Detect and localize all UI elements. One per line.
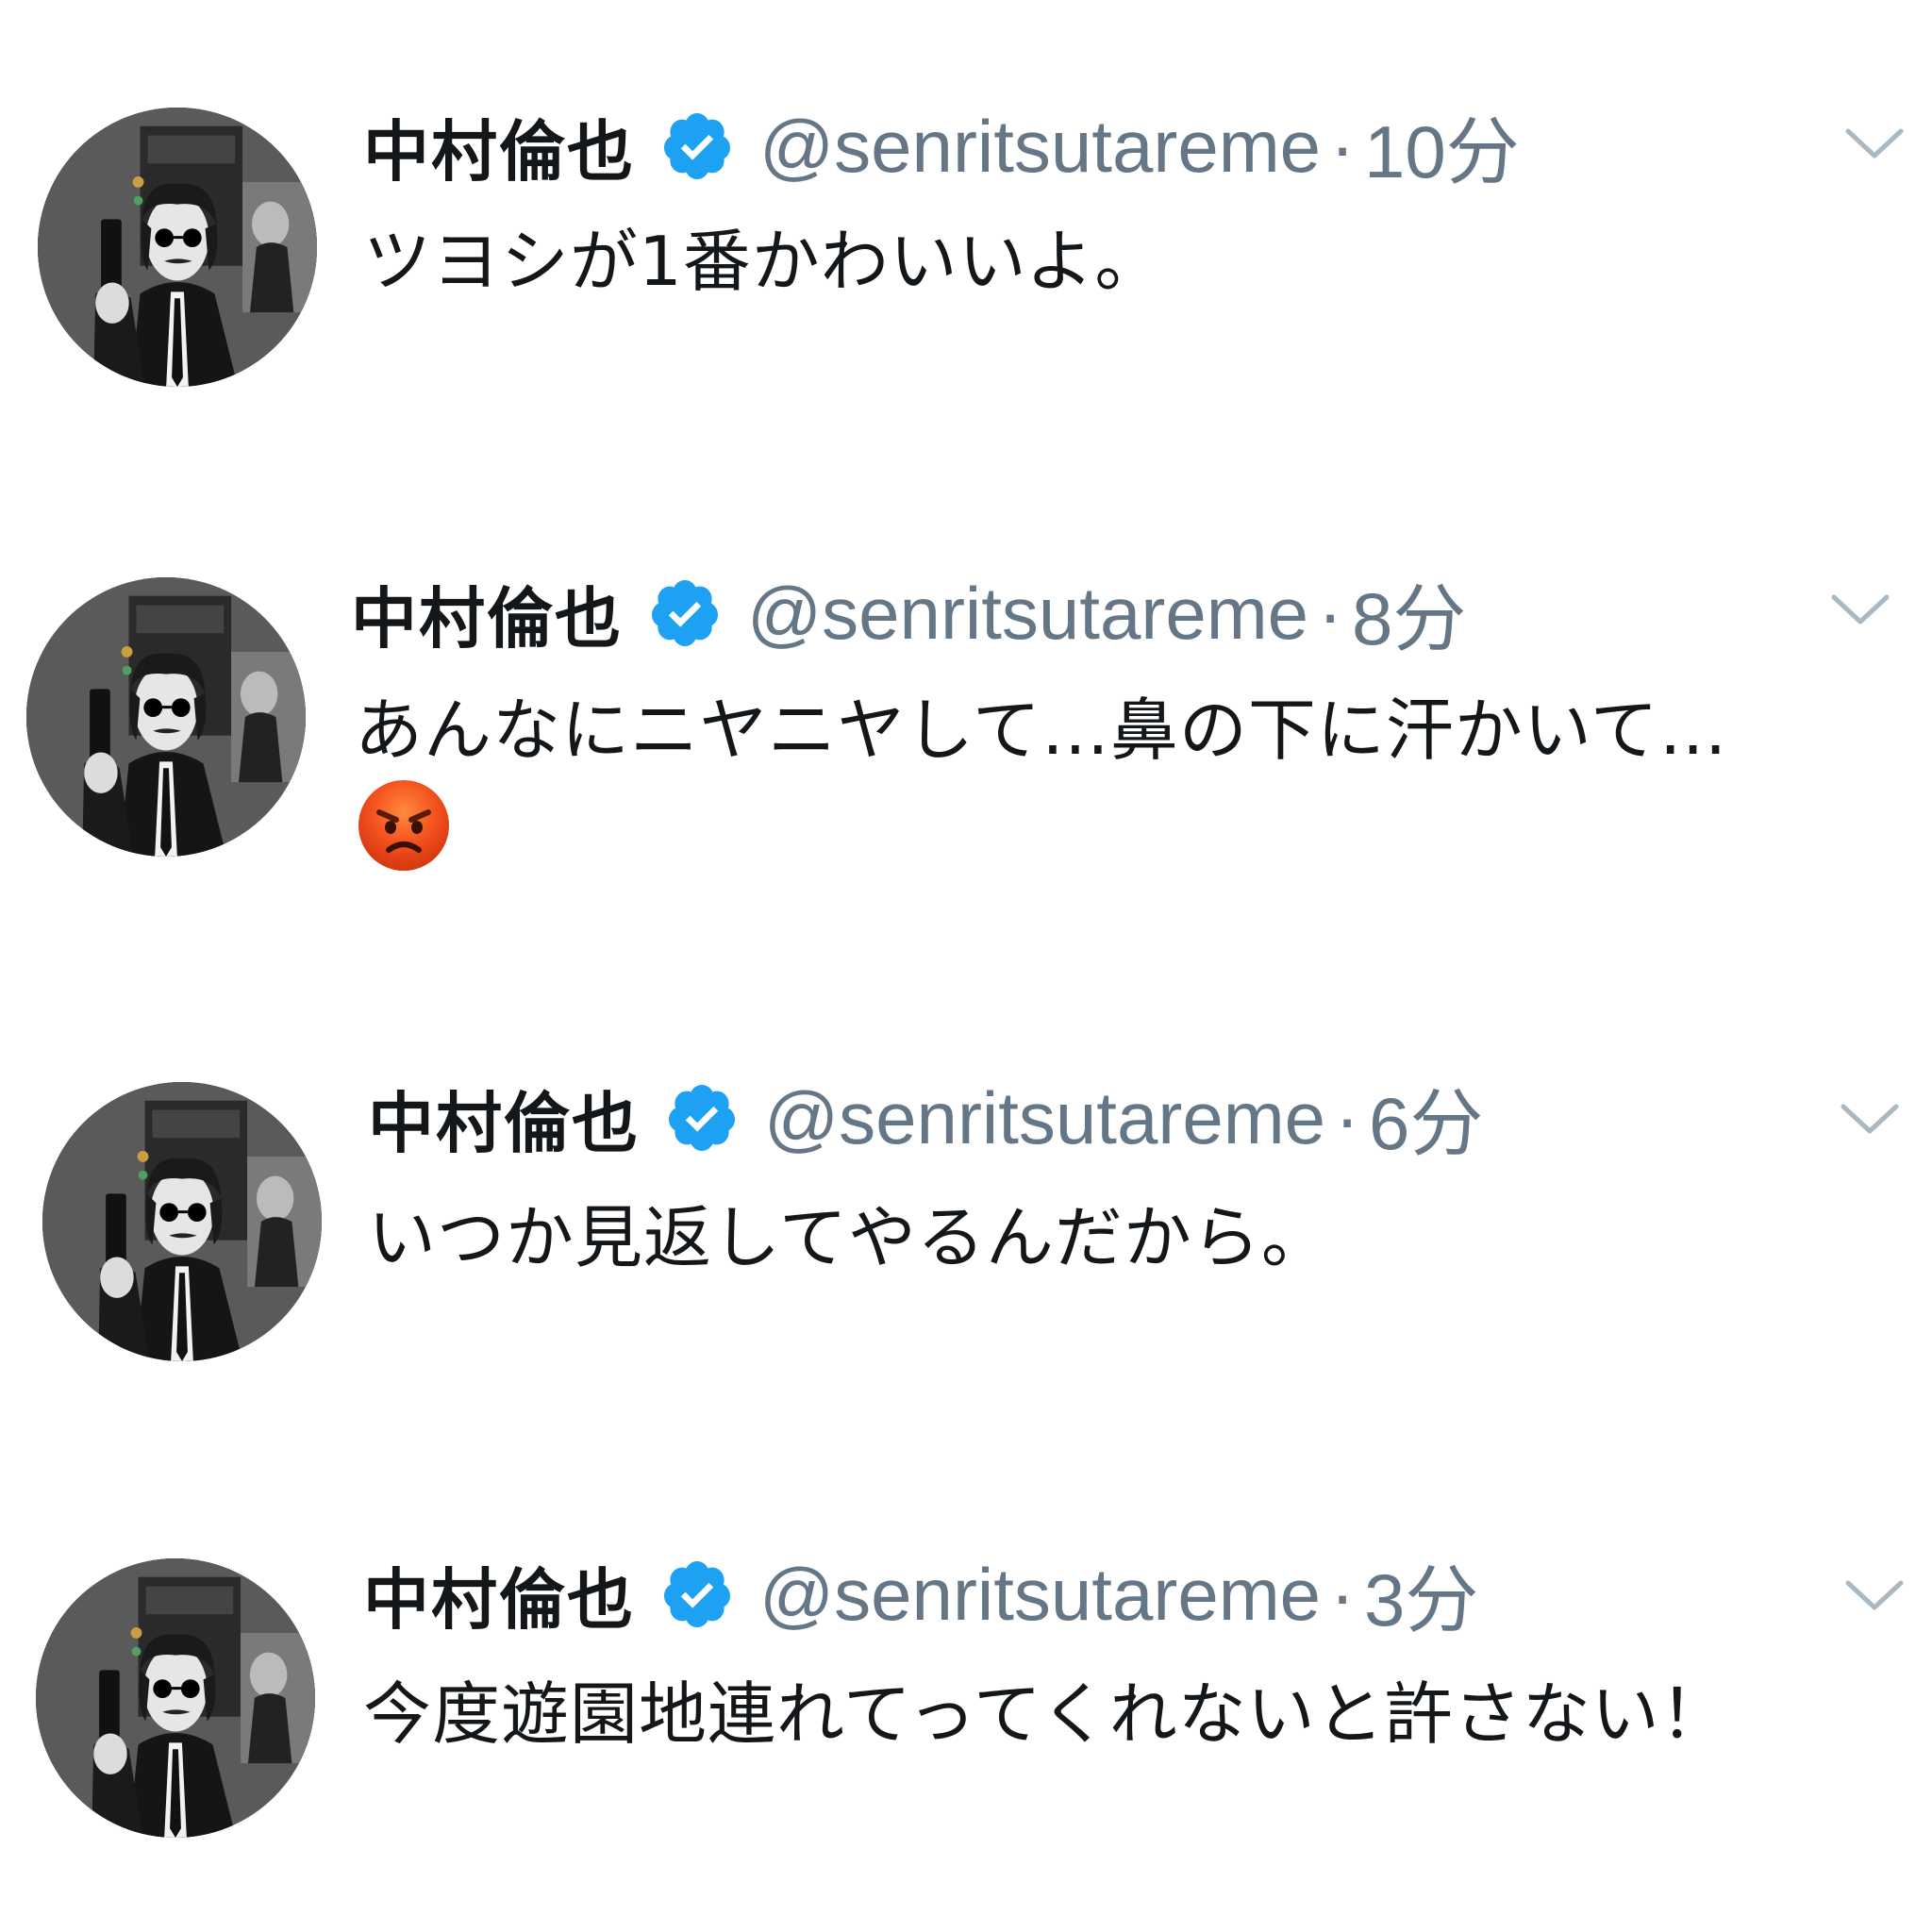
handle[interactable]: @senritsutareme [759, 104, 1321, 190]
display-name[interactable]: 中村倫也 [363, 1547, 635, 1642]
handle[interactable]: @senritsutareme [747, 571, 1308, 657]
avatar[interactable] [26, 577, 306, 857]
tweet-4[interactable]: 中村倫也 @senritsutareme · 3分 今度遊園地連れてってくれない… [0, 1547, 1932, 1849]
separator-dot: · [1330, 1552, 1356, 1636]
verified-badge-icon [659, 1557, 735, 1632]
angry-face-emoji [357, 778, 451, 873]
separator-dot: · [1318, 571, 1343, 655]
tweet-2[interactable]: 中村倫也 @senritsutareme · 8分 あんなにニヤニヤして…鼻の下… [0, 566, 1932, 871]
tweet-3[interactable]: 中村倫也 @senritsutareme · 6分 いつか見返してやるんだから。 [0, 1071, 1932, 1373]
tweet-text: あんなにニヤニヤして…鼻の下に汗かいて… [355, 691, 1728, 770]
timestamp[interactable]: 3分 [1364, 1541, 1478, 1647]
chevron-down-icon[interactable] [1830, 591, 1890, 629]
verified-badge-icon [664, 1080, 740, 1156]
separator-dot: · [1330, 104, 1356, 188]
tweet-header: 中村倫也 @senritsutareme · 10分 [363, 99, 1520, 194]
handle[interactable]: @senritsutareme [764, 1075, 1325, 1161]
tweet-text: いつか見返してやるんだから。 [368, 1198, 1330, 1277]
timestamp[interactable]: 10分 [1364, 93, 1520, 199]
tweet-header: 中村倫也 @senritsutareme · 6分 [368, 1071, 1483, 1166]
timestamp[interactable]: 6分 [1369, 1065, 1483, 1171]
separator-dot: · [1335, 1075, 1360, 1159]
tweet-text: 今度遊園地連れてってくれないと許さない！ [363, 1674, 1729, 1754]
tweet-header: 中村倫也 @senritsutareme · 8分 [351, 566, 1466, 661]
chevron-down-icon[interactable] [1840, 1101, 1900, 1139]
verified-badge-icon [647, 575, 723, 651]
tweet-text: ツヨシが1番かわいいよ。 [363, 222, 1164, 301]
display-name[interactable]: 中村倫也 [351, 566, 623, 661]
avatar[interactable] [42, 1082, 322, 1361]
timestamp[interactable]: 8分 [1352, 560, 1466, 666]
display-name[interactable]: 中村倫也 [368, 1071, 640, 1166]
avatar[interactable] [38, 108, 317, 387]
tweet-header: 中村倫也 @senritsutareme · 3分 [363, 1547, 1478, 1642]
chevron-down-icon[interactable] [1844, 1577, 1905, 1615]
chevron-down-icon[interactable] [1844, 125, 1905, 163]
avatar[interactable] [36, 1558, 315, 1838]
display-name[interactable]: 中村倫也 [363, 99, 635, 194]
tweet-1[interactable]: 中村倫也 @senritsutareme · 10分 ツヨシが1番かわいいよ。 [0, 94, 1932, 396]
verified-badge-icon [659, 108, 735, 184]
handle[interactable]: @senritsutareme [759, 1552, 1321, 1638]
